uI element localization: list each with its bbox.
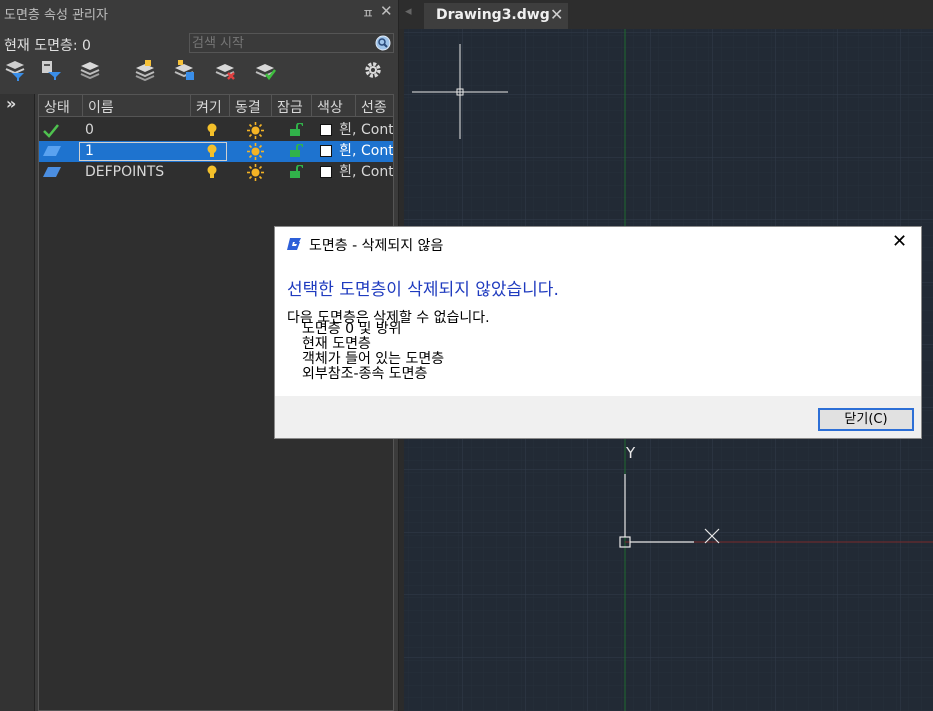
color-swatch[interactable] (320, 124, 332, 136)
palette-title-bar: 도면층 속성 관리자 ㅍ ✕ (0, 0, 398, 24)
list-item: 외부참조-종속 도면층 (302, 366, 428, 382)
current-layer-check-icon (43, 124, 59, 138)
search-input[interactable] (190, 34, 372, 52)
color-swatch[interactable] (320, 145, 332, 157)
lightbulb-on-icon[interactable] (206, 123, 218, 138)
palette-close-icon[interactable]: ✕ (380, 2, 393, 20)
close-button[interactable]: 닫기(C) (818, 408, 914, 431)
sun-thawed-icon[interactable] (247, 164, 264, 181)
expand-filter-tree-icon[interactable]: » (6, 94, 16, 113)
list-item: 도면층 0 및 방위 (302, 321, 402, 337)
column-header-color[interactable]: 색상 (312, 95, 356, 117)
lightbulb-on-icon[interactable] (206, 165, 218, 180)
ucs-y-label: Y (626, 444, 636, 462)
dialog-title: 도면층 - 삭제되지 않음 (309, 238, 444, 254)
column-header-freeze[interactable]: 동결 (230, 95, 272, 117)
search-icon[interactable] (375, 35, 391, 51)
sun-thawed-icon[interactable] (247, 143, 264, 160)
table-row[interactable]: 0 흰 , Cont (39, 120, 393, 141)
tab-scroll-left-icon[interactable]: ◂ (405, 4, 412, 19)
list-item: 현재 도면층 (302, 336, 371, 352)
filter-tree-strip (0, 94, 35, 711)
pin-icon[interactable]: ㅍ (362, 3, 374, 22)
linetype-name[interactable]: Cont (361, 162, 393, 183)
list-item: 객체가 들어 있는 도면층 (302, 351, 445, 367)
color-separator: , (352, 162, 356, 183)
table-row[interactable]: 1 흰 , Cont (39, 141, 393, 162)
palette-title: 도면층 속성 관리자 (4, 8, 108, 23)
search-box[interactable] (189, 33, 394, 53)
app-logo-icon (287, 238, 301, 250)
current-layer-label: 현재 도면층: 0 (4, 38, 91, 54)
color-swatch[interactable] (320, 166, 332, 178)
tab-close-icon[interactable]: ✕ (550, 5, 563, 24)
layer-not-deleted-dialog: 도면층 - 삭제되지 않음 ✕ 선택한 도면층이 삭제되지 않았습니다. 다음 … (274, 226, 922, 439)
dialog-main-instruction: 선택한 도면층이 삭제되지 않았습니다. (287, 280, 559, 300)
layer-status-icon (43, 167, 61, 177)
linetype-name[interactable]: Cont (361, 120, 393, 141)
undeletable-layer-list: 도면층 0 및 방위 현재 도면층 객체가 들어 있는 도면층 외부참조-종속 … (302, 322, 444, 382)
delete-layer-icon[interactable] (214, 59, 236, 81)
dialog-close-icon[interactable]: ✕ (892, 231, 907, 252)
column-header-name[interactable]: 이름 (83, 95, 191, 117)
lightbulb-on-icon[interactable] (206, 144, 218, 159)
new-layer-vp-frozen-icon[interactable] (173, 59, 195, 81)
column-header-linetype[interactable]: 선종 (356, 95, 393, 117)
unlocked-padlock-icon[interactable] (289, 144, 303, 158)
unlocked-padlock-icon[interactable] (289, 165, 303, 179)
sun-thawed-icon[interactable] (247, 122, 264, 139)
new-layer-filter-icon[interactable] (4, 59, 26, 81)
table-row[interactable]: DEFPOINTS 흰 , Cont (39, 162, 393, 183)
new-group-filter-icon[interactable] (40, 59, 62, 81)
column-header-lock[interactable]: 잠금 (272, 95, 312, 117)
unlocked-padlock-icon[interactable] (289, 123, 303, 137)
settings-gear-icon[interactable] (362, 59, 384, 81)
column-header-status[interactable]: 상태 (39, 95, 83, 117)
document-tab[interactable]: Drawing3.dwg ✕ (424, 3, 568, 29)
color-separator: , (352, 141, 356, 162)
document-tab-label[interactable]: Drawing3.dwg (436, 7, 550, 23)
new-layer-icon[interactable] (134, 59, 156, 81)
linetype-name[interactable]: Cont (361, 141, 393, 162)
layer-states-manager-icon[interactable] (79, 59, 101, 81)
layer-name[interactable]: 0 (85, 120, 185, 141)
layer-name[interactable]: 1 (85, 141, 185, 162)
color-separator: , (352, 120, 356, 141)
layer-status-icon (43, 146, 61, 156)
layer-name[interactable]: DEFPOINTS (85, 162, 185, 183)
set-current-icon[interactable] (254, 59, 276, 81)
column-header-on[interactable]: 켜기 (191, 95, 230, 117)
